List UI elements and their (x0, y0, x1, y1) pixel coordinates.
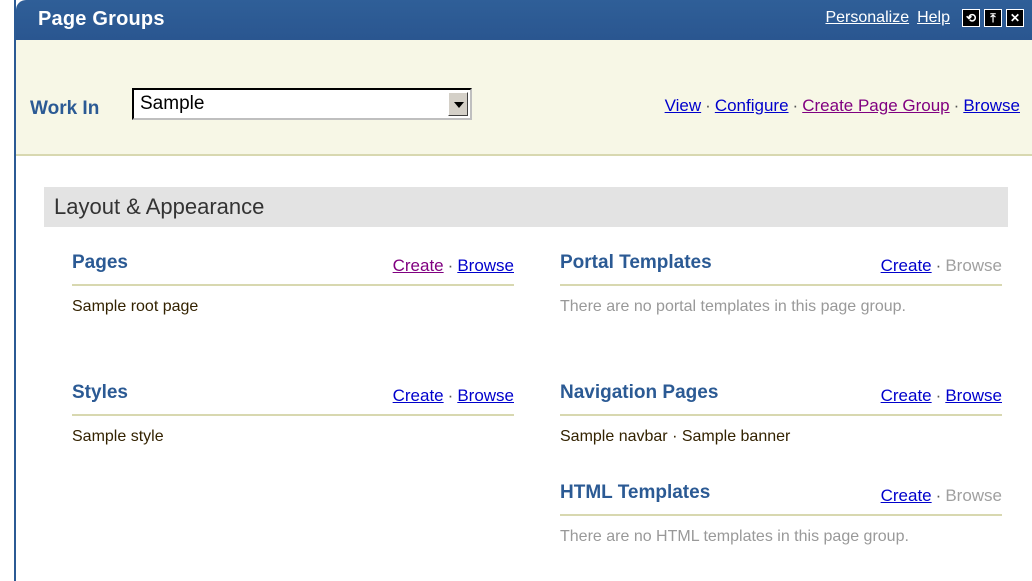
create-page-group-link[interactable]: Create Page Group (802, 96, 949, 115)
collapse-icon[interactable]: ⤒ (984, 9, 1002, 27)
portal-templates-browse-disabled: Browse (945, 256, 1002, 275)
work-in-bar: Work In Sample View · Configure · Create Pag… (16, 40, 1032, 156)
separator: · (792, 96, 799, 115)
navigation-pages-create-link[interactable]: Create (881, 386, 932, 405)
html-templates-heading: HTML Templates (560, 482, 711, 503)
section-title: Layout & Appearance (54, 194, 265, 219)
separator: · (705, 96, 711, 115)
work-in-selected-value: Sample (140, 93, 205, 114)
help-link[interactable]: Help (917, 9, 950, 27)
configure-link[interactable]: Configure (715, 96, 789, 115)
view-link[interactable]: View (665, 96, 702, 115)
pages-block: Pages Create · Browse Sample root page (72, 250, 514, 320)
separator: · (935, 486, 942, 505)
pages-heading: Pages (72, 252, 128, 273)
navigation-pages-heading: Navigation Pages (560, 382, 719, 403)
portlet-title: Page Groups (38, 8, 165, 30)
separator: · (447, 256, 454, 275)
navigation-pages-block: Navigation Pages Create · Browse Sample na… (560, 380, 1002, 450)
left-margin (0, 0, 14, 581)
html-templates-create-link[interactable]: Create (881, 486, 932, 505)
html-templates-block: HTML Templates Create · Browse There are n… (560, 480, 1002, 550)
portlet-titlebar: Page Groups Personalize Help ⟲ ⤒ ✕ (16, 0, 1032, 40)
styles-browse-link[interactable]: Browse (457, 386, 514, 405)
separator: · (935, 256, 942, 275)
pages-create-link[interactable]: Create (393, 256, 444, 275)
refresh-icon[interactable]: ⟲ (962, 9, 980, 27)
styles-heading: Styles (72, 382, 128, 403)
work-in-select[interactable]: Sample (132, 88, 472, 120)
navigation-pages-content[interactable]: Sample navbar · Sample banner (560, 424, 1002, 450)
html-templates-browse-disabled: Browse (945, 486, 1002, 505)
portal-templates-empty-message: There are no portal templates in this pa… (560, 298, 906, 315)
html-templates-empty-message: There are no HTML templates in this page… (560, 528, 909, 545)
separator: · (447, 386, 454, 405)
pages-content: Sample root page (72, 294, 514, 320)
separator: · (935, 386, 942, 405)
dropdown-arrow-icon[interactable] (448, 92, 468, 116)
titlebar-links: Personalize Help ⟲ ⤒ ✕ (825, 9, 1024, 27)
portal-templates-block: Portal Templates Create · Browse There are… (560, 250, 1002, 320)
navigation-pages-browse-link[interactable]: Browse (945, 386, 1002, 405)
browse-page-groups-link[interactable]: Browse (963, 96, 1020, 115)
layout-appearance-section-header: Layout & Appearance (44, 187, 1008, 227)
styles-create-link[interactable]: Create (393, 386, 444, 405)
portal-templates-heading: Portal Templates (560, 252, 712, 273)
pages-browse-link[interactable]: Browse (457, 256, 514, 275)
work-in-links: View · Configure · Create Page Group · Browse (665, 96, 1020, 116)
sample-style-item[interactable]: Sample style (72, 428, 164, 445)
sample-root-page-item[interactable]: Sample root page (72, 298, 198, 315)
page-groups-portlet: Page Groups Personalize Help ⟲ ⤒ ✕ Work … (14, 0, 1032, 581)
close-icon[interactable]: ✕ (1006, 9, 1024, 27)
portal-templates-create-link[interactable]: Create (881, 256, 932, 275)
styles-block: Styles Create · Browse Sample style (72, 380, 514, 450)
styles-content: Sample style (72, 424, 514, 450)
personalize-link[interactable]: Personalize (825, 9, 909, 27)
work-in-label: Work In (30, 98, 100, 119)
separator: · (953, 96, 960, 115)
